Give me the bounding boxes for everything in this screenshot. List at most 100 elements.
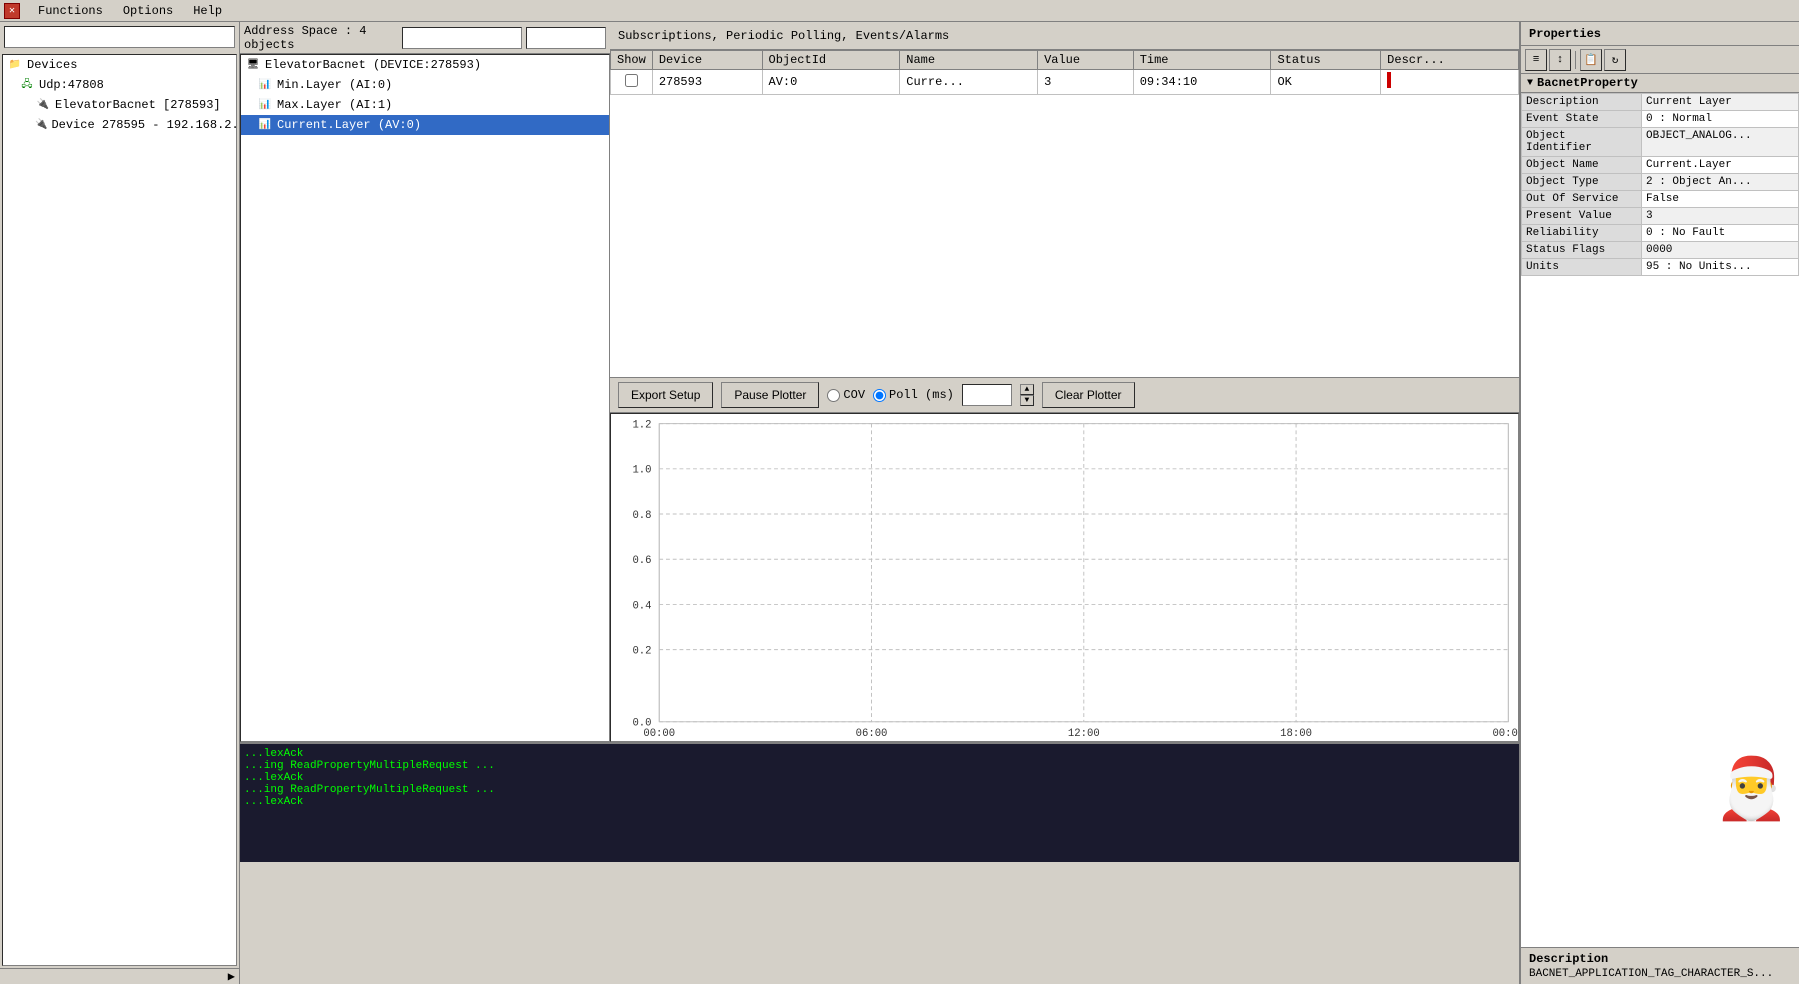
props-key: Event State bbox=[1522, 111, 1642, 128]
description-text: BACNET_APPLICATION_TAG_CHARACTER_S... bbox=[1529, 968, 1791, 980]
arrow-right-icon: ▶ bbox=[228, 969, 235, 984]
addr-device-icon: 🖥 bbox=[245, 57, 261, 73]
props-row: Event State0 : Normal bbox=[1522, 111, 1799, 128]
tree-item-udp-label: Udp:47808 bbox=[39, 78, 104, 92]
description-label: Description bbox=[1529, 952, 1791, 966]
cov-radio-label[interactable]: COV bbox=[827, 388, 865, 402]
props-value[interactable]: 0 : No Fault bbox=[1642, 225, 1799, 242]
row-device: 278593 bbox=[652, 70, 762, 95]
poll-ms-input[interactable]: 1000 bbox=[962, 384, 1012, 406]
properties-table: DescriptionCurrent LayerEvent State0 : N… bbox=[1521, 93, 1799, 276]
addr-tree-item-device[interactable]: 🖥 ElevatorBacnet (DEVICE:278593) bbox=[241, 55, 609, 75]
props-icon-1: ≡ bbox=[1533, 54, 1540, 66]
left-search-input[interactable] bbox=[4, 26, 235, 48]
section-toggle-icon[interactable]: ▼ bbox=[1527, 78, 1533, 89]
svg-text:00:00: 00:00 bbox=[1492, 728, 1518, 740]
tree-item-devices[interactable]: 📁 Devices bbox=[3, 55, 236, 75]
props-value[interactable]: 2 : Object An... bbox=[1642, 174, 1799, 191]
props-value[interactable]: 0000 bbox=[1642, 242, 1799, 259]
tree-item-elevator[interactable]: 🔌 ElevatorBacnet [278593] bbox=[3, 95, 236, 115]
col-value: Value bbox=[1038, 51, 1134, 70]
tree-item-elevator-label: ElevatorBacnet [278593] bbox=[55, 98, 221, 112]
middle-top: Address Space : 4 objects 🖥 ElevatorBacn… bbox=[240, 22, 1519, 742]
poll-radio-label[interactable]: Poll (ms) bbox=[873, 388, 954, 402]
right-content-area: Subscriptions, Periodic Polling, Events/… bbox=[610, 22, 1519, 742]
tree-item-devices-label: Devices bbox=[27, 58, 77, 72]
props-btn-1[interactable]: ≡ bbox=[1525, 49, 1547, 71]
address-search-input[interactable] bbox=[402, 27, 522, 49]
svg-text:0.2: 0.2 bbox=[632, 645, 651, 657]
menu-help[interactable]: Help bbox=[187, 2, 228, 20]
clear-plotter-button[interactable]: Clear Plotter bbox=[1042, 382, 1135, 408]
svg-text:1.2: 1.2 bbox=[632, 419, 651, 431]
props-refresh-btn[interactable]: ↻ bbox=[1604, 49, 1626, 71]
props-value[interactable]: 0 : Normal bbox=[1642, 111, 1799, 128]
row-status: OK bbox=[1271, 70, 1381, 95]
svg-text:00:00: 00:00 bbox=[643, 728, 675, 740]
show-checkbox[interactable] bbox=[625, 74, 638, 87]
menu-options[interactable]: Options bbox=[117, 2, 179, 20]
mascot-image: 🎅 bbox=[1714, 764, 1794, 824]
refresh-icon: ↻ bbox=[1612, 53, 1619, 67]
mascot-decoration: 🎅 bbox=[1714, 764, 1794, 844]
main-container: 📁 Devices 🖧 Udp:47808 🔌 ElevatorBacnet [… bbox=[0, 22, 1799, 984]
props-value[interactable]: False bbox=[1642, 191, 1799, 208]
addr-tree-item-maxlayer[interactable]: 📊 Max.Layer (AI:1) bbox=[241, 95, 609, 115]
bottom-log: ...lexAck ...ing ReadPropertyMultipleReq… bbox=[240, 742, 1519, 862]
scroll-right-arrow[interactable]: ▶ bbox=[0, 968, 239, 984]
addr-tree-item-minlayer[interactable]: 📊 Min.Layer (AI:0) bbox=[241, 75, 609, 95]
props-key: Present Value bbox=[1522, 208, 1642, 225]
menubar: ✕ Functions Options Help bbox=[0, 0, 1799, 22]
col-show: Show bbox=[611, 51, 653, 70]
addr-tree-minlayer-label: Min.Layer (AI:0) bbox=[277, 78, 392, 92]
menu-functions[interactable]: Functions bbox=[32, 2, 109, 20]
log-line: ...ing ReadPropertyMultipleRequest ... bbox=[244, 784, 1515, 796]
props-row: DescriptionCurrent Layer bbox=[1522, 94, 1799, 111]
radio-group: COV Poll (ms) bbox=[827, 388, 953, 402]
props-key: Object Name bbox=[1522, 157, 1642, 174]
cov-radio[interactable] bbox=[827, 389, 840, 402]
poll-label: Poll (ms) bbox=[889, 388, 954, 402]
props-key: Reliability bbox=[1522, 225, 1642, 242]
props-btn-2[interactable]: ↕ bbox=[1549, 49, 1571, 71]
table-row[interactable]: 278593 AV:0 Curre... 3 09:34:10 OK bbox=[611, 70, 1519, 95]
export-setup-button[interactable]: Export Setup bbox=[618, 382, 713, 408]
spinner-down[interactable]: ▼ bbox=[1020, 395, 1034, 406]
props-row: Status Flags0000 bbox=[1522, 242, 1799, 259]
row-show[interactable] bbox=[611, 70, 653, 95]
poll-spinner: ▲ ▼ bbox=[1020, 384, 1034, 406]
props-value[interactable]: 3 bbox=[1642, 208, 1799, 225]
svg-text:0.8: 0.8 bbox=[632, 510, 651, 522]
tree-item-udp[interactable]: 🖧 Udp:47808 bbox=[3, 75, 236, 95]
subscriptions-title: Subscriptions, Periodic Polling, Events/… bbox=[618, 29, 949, 43]
close-button[interactable]: ✕ bbox=[4, 3, 20, 19]
svg-text:06:00: 06:00 bbox=[856, 728, 888, 740]
props-key: Out Of Service bbox=[1522, 191, 1642, 208]
addr-tree-item-currentlayer[interactable]: 📊 Current.Layer (AV:0) bbox=[241, 115, 609, 135]
poll-radio[interactable] bbox=[873, 389, 886, 402]
svg-text:18:00: 18:00 bbox=[1280, 728, 1312, 740]
props-btn-3[interactable]: 📋 bbox=[1580, 49, 1602, 71]
tree-item-device278595[interactable]: 🔌 Device 278595 - 192.168.2.164:59 bbox=[3, 115, 236, 135]
properties-header: Properties bbox=[1521, 22, 1799, 46]
addr-obj-icon2: 📊 bbox=[257, 97, 273, 113]
address-search-input2[interactable] bbox=[526, 27, 606, 49]
pause-plotter-button[interactable]: Pause Plotter bbox=[721, 382, 819, 408]
bacnet-property-section: ▼ BacnetProperty bbox=[1521, 74, 1799, 93]
cov-label: COV bbox=[843, 388, 865, 402]
plotter-controls: Export Setup Pause Plotter COV Poll (ms)… bbox=[610, 377, 1519, 413]
spinner-up[interactable]: ▲ bbox=[1020, 384, 1034, 395]
props-value[interactable]: Current.Layer bbox=[1642, 157, 1799, 174]
col-device: Device bbox=[652, 51, 762, 70]
props-value[interactable]: Current Layer bbox=[1642, 94, 1799, 111]
props-row: Units95 : No Units... bbox=[1522, 259, 1799, 276]
addr-obj-icon1: 📊 bbox=[257, 77, 273, 93]
props-value[interactable]: OBJECT_ANALOG... bbox=[1642, 128, 1799, 157]
col-status: Status bbox=[1271, 51, 1381, 70]
close-icon: ✕ bbox=[9, 5, 15, 17]
addr-obj-icon3: 📊 bbox=[257, 117, 273, 133]
props-value[interactable]: 95 : No Units... bbox=[1642, 259, 1799, 276]
subscriptions-table-area: Show Device ObjectId Name Value Time Sta… bbox=[610, 50, 1519, 377]
log-line: ...lexAck bbox=[244, 796, 1515, 808]
props-row: Present Value3 bbox=[1522, 208, 1799, 225]
